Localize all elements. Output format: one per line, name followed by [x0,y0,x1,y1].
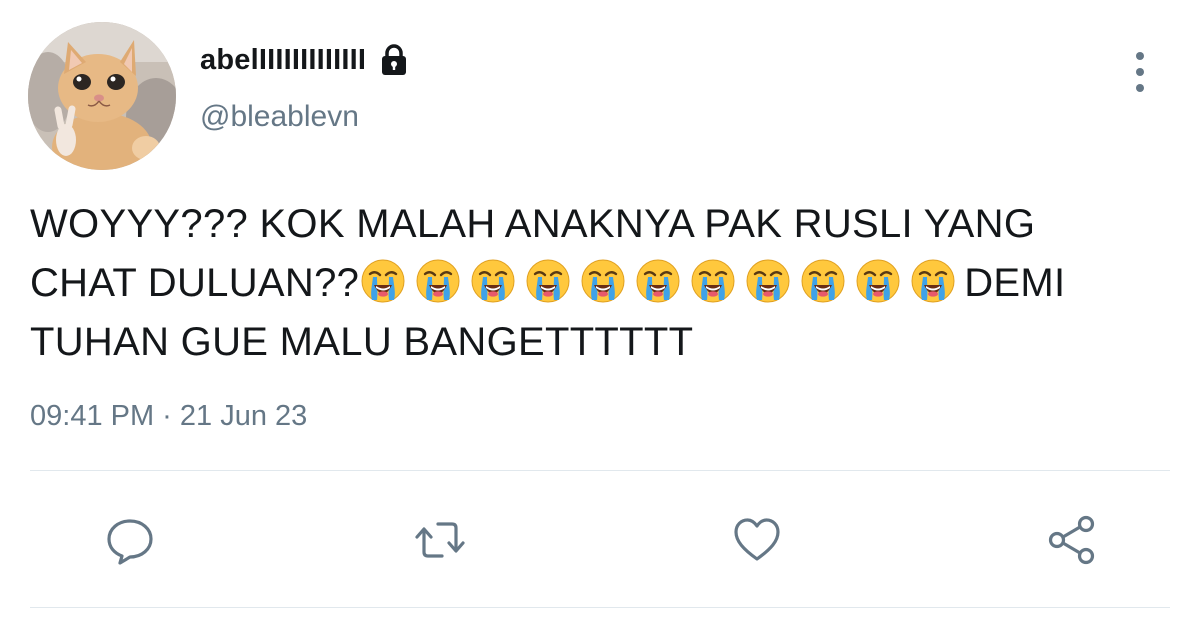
tweet-text-segment: CHAT DULUAN?? [30,261,360,305]
reply-icon [107,519,153,565]
loudly-crying-face-icon [854,257,902,305]
loudly-crying-face-icon [799,257,847,305]
loudly-crying-face-icon [579,257,627,305]
author-row: abelIIIIIIIIIIIII [200,38,412,82]
loudly-crying-face-icon [634,257,682,305]
user-handle[interactable]: @bleablevn [200,100,359,134]
loudly-crying-face-icon [744,257,792,305]
loudly-crying-face-icon [524,257,572,305]
avatar[interactable] [28,22,176,170]
cat-avatar-image [28,22,176,170]
tweet-timestamp[interactable]: 09:41 PM · 21 Jun 23 [30,400,307,433]
more-vertical-icon [1136,84,1144,92]
tweet-text: WOYYY??? KOK MALAH ANAKNYA PAK RUSLI YAN… [30,195,1170,372]
like-button[interactable] [731,514,783,566]
lock-icon [376,42,412,78]
retweet-icon [415,522,465,558]
retweet-button[interactable] [414,514,466,566]
more-vertical-icon [1136,68,1144,76]
heart-icon [734,518,780,561]
loudly-crying-face-icon [689,257,737,305]
display-name[interactable]: abelIIIIIIIIIIIII [200,44,366,77]
more-options-button[interactable] [1122,50,1158,94]
divider [30,607,1170,608]
share-button[interactable] [1046,514,1098,566]
reply-button[interactable] [104,514,156,566]
tweet-text-line: TUHAN GUE MALU BANGETTTTTT [30,320,694,364]
divider [30,470,1170,471]
emoji-group [359,259,964,305]
loudly-crying-face-icon [469,257,517,305]
tweet-text-line: CHAT DULUAN?? DEMI [30,254,1170,313]
share-icon [1048,515,1095,565]
tweet-text-line: WOYYY??? KOK MALAH ANAKNYA PAK RUSLI YAN… [30,202,1036,246]
loudly-crying-face-icon [909,257,957,305]
loudly-crying-face-icon [414,257,462,305]
more-vertical-icon [1136,52,1144,60]
loudly-crying-face-icon [359,257,407,305]
tweet-text-segment: DEMI [964,261,1066,305]
